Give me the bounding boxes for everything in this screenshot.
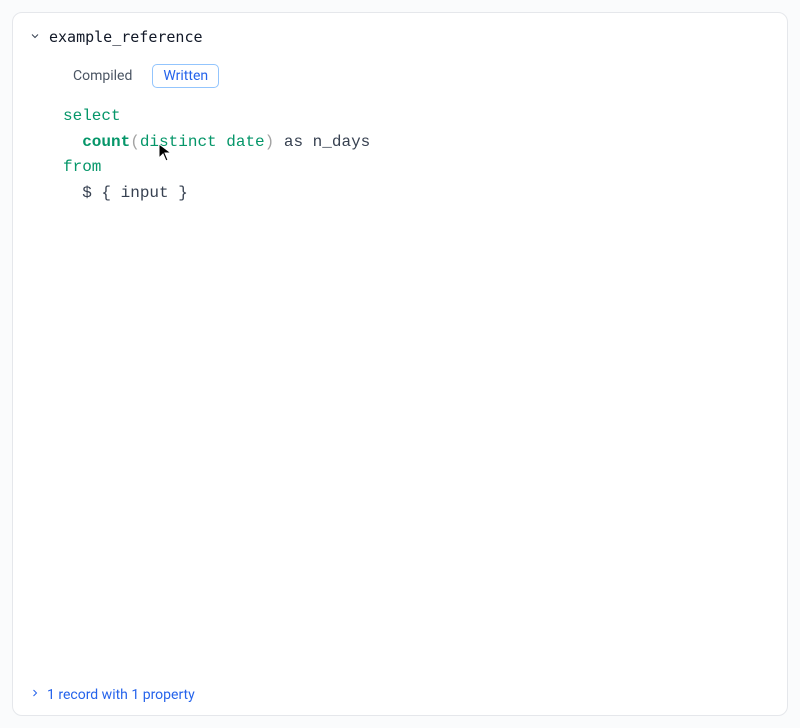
panel-title: example_reference xyxy=(49,28,203,46)
panel-header[interactable]: example_reference xyxy=(13,13,787,50)
code-identifier-date: date xyxy=(226,133,264,151)
code-template-ref: $ { input } xyxy=(82,184,188,202)
code-as: as xyxy=(274,133,312,151)
code-keyword-from: from xyxy=(63,158,101,176)
code-keyword-distinct: distinct xyxy=(140,133,217,151)
results-summary-text: 1 record with 1 property xyxy=(47,687,195,703)
code-keyword-select: select xyxy=(63,107,121,125)
code-panel: example_reference Compiled Written selec… xyxy=(12,12,788,716)
code-alias: n_days xyxy=(313,133,371,151)
code-paren-open: ( xyxy=(130,133,140,151)
tab-written[interactable]: Written xyxy=(152,64,219,88)
code-paren-close: ) xyxy=(265,133,275,151)
chevron-right-icon xyxy=(29,687,41,703)
tab-compiled[interactable]: Compiled xyxy=(63,65,142,87)
code-keyword-count: count xyxy=(82,133,130,151)
results-summary[interactable]: 1 record with 1 property xyxy=(13,675,787,715)
tabs: Compiled Written xyxy=(13,50,787,102)
sql-code-block[interactable]: select count(distinct date) as n_days fr… xyxy=(13,102,787,675)
chevron-down-icon xyxy=(29,27,41,46)
